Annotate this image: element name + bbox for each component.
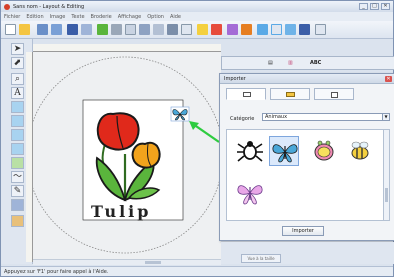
- file-shape-icon: [331, 92, 338, 98]
- panel-tab-1[interactable]: ▤: [268, 60, 273, 66]
- thumbnail-butterfly-blue[interactable]: [269, 136, 299, 166]
- design-canvas[interactable]: Tulip: [33, 52, 221, 262]
- horizontal-ruler: [33, 44, 221, 52]
- fill-tool-icon[interactable]: [11, 157, 24, 169]
- side-panel-tabs: ▤ ▥ ABC: [221, 56, 394, 70]
- panel-tab-2[interactable]: ▥: [288, 60, 293, 66]
- new-file-icon[interactable]: [5, 24, 16, 35]
- butterfly-placed-icon: [170, 106, 190, 122]
- dialog-close-icon[interactable]: ✕: [385, 76, 392, 82]
- application-window: Sans nom - Layout & Editing _ □ ✕ Fichie…: [0, 0, 394, 277]
- thumbnail-bee[interactable]: [345, 136, 375, 166]
- main-toolbar: [1, 21, 393, 39]
- point-edit-icon[interactable]: ⬈: [11, 57, 24, 69]
- import-image-icon[interactable]: [37, 24, 48, 35]
- copy-icon[interactable]: [139, 24, 150, 35]
- frame-shape-icon: [286, 92, 295, 97]
- export-icon[interactable]: [51, 24, 62, 35]
- line-tool-icon[interactable]: [11, 143, 24, 155]
- butterfly-pink-icon: [237, 185, 263, 205]
- design-area-svg: [33, 56, 221, 254]
- dialog-title-bar: Importer ✕: [220, 74, 394, 84]
- menu-edit[interactable]: Edition: [26, 14, 43, 20]
- rotate-icon[interactable]: [181, 24, 192, 35]
- thumbnail-spider[interactable]: [235, 136, 265, 166]
- hoop-icon[interactable]: [285, 24, 296, 35]
- select-arrow-icon[interactable]: ➤: [11, 43, 24, 55]
- color-icon[interactable]: [241, 24, 252, 35]
- save-icon[interactable]: [67, 24, 78, 35]
- import-dialog: Importer ✕ Catégorie Animaux ▼ Importer: [219, 73, 394, 241]
- menu-embroidery[interactable]: Broderie: [91, 14, 112, 20]
- tab-frames[interactable]: [270, 88, 310, 100]
- menu-bar: Fichier Edition Image Texte Broderie Aff…: [1, 12, 393, 21]
- design-center-icon[interactable]: [299, 24, 310, 35]
- tab-designs[interactable]: [226, 88, 266, 100]
- menu-help[interactable]: Aide: [170, 14, 181, 20]
- tulip-orange: [131, 141, 161, 169]
- view-size-button[interactable]: Vue à la taille: [241, 254, 281, 263]
- hoop-shape-icon: [243, 92, 251, 97]
- close-button[interactable]: ✕: [381, 3, 390, 10]
- category-select[interactable]: Animaux ▼: [262, 113, 390, 121]
- stitch-tool-icon[interactable]: ✎: [11, 185, 24, 197]
- horizontal-scrollbar[interactable]: [33, 259, 221, 265]
- green-arrowhead: [189, 121, 199, 130]
- status-bar: Appuyez sur 'F1' pour faire appel à l'Ai…: [1, 266, 393, 276]
- dialog-tabs: [226, 88, 354, 100]
- thread-icon[interactable]: [227, 24, 238, 35]
- chevron-down-icon[interactable]: ▼: [382, 114, 389, 120]
- app-icon: [4, 3, 10, 10]
- circle-tool-icon[interactable]: [11, 115, 24, 127]
- properties-icon[interactable]: [315, 24, 326, 35]
- menu-text[interactable]: Texte: [71, 14, 84, 20]
- thumbnail-scroll-thumb[interactable]: [385, 188, 388, 202]
- category-label: Catégorie: [230, 116, 255, 122]
- grid-icon[interactable]: [271, 24, 282, 35]
- category-value: Animaux: [265, 114, 288, 120]
- thumbnail-ladybug[interactable]: [309, 136, 339, 166]
- bee-icon: [351, 141, 369, 160]
- save-as-icon[interactable]: [81, 24, 92, 35]
- cut-icon[interactable]: [125, 24, 136, 35]
- wand-icon[interactable]: [197, 24, 208, 35]
- shape-tool-icon[interactable]: [11, 101, 24, 113]
- vertical-ruler: [26, 52, 33, 262]
- panel-tab-3[interactable]: ABC: [310, 60, 321, 66]
- design-thumbnail-grid: [226, 129, 384, 221]
- spider-icon: [237, 141, 263, 162]
- menu-view[interactable]: Affichage: [118, 14, 142, 20]
- rectangle-tool-icon[interactable]: [11, 129, 24, 141]
- minimize-button[interactable]: _: [359, 3, 368, 10]
- dialog-title: Importer: [224, 76, 246, 82]
- window-title: Sans nom - Layout & Editing: [13, 3, 85, 10]
- curve-tool-icon[interactable]: 〜: [11, 171, 24, 183]
- import-button[interactable]: Importer: [282, 226, 324, 236]
- tab-files[interactable]: [314, 88, 354, 100]
- print-icon[interactable]: [167, 24, 178, 35]
- maximize-button[interactable]: □: [370, 3, 379, 10]
- hoop-tool-icon[interactable]: [11, 215, 24, 227]
- open-folder-icon[interactable]: [19, 24, 30, 35]
- zoom-icon[interactable]: ⌕: [11, 73, 24, 85]
- transfer-icon[interactable]: [111, 24, 122, 35]
- menu-image[interactable]: Image: [50, 14, 66, 20]
- stitch-icon[interactable]: [211, 24, 222, 35]
- ladybug-icon: [314, 140, 334, 161]
- menu-file[interactable]: Fichier: [4, 14, 20, 20]
- paste-icon[interactable]: [153, 24, 164, 35]
- scroll-thumb[interactable]: [145, 261, 161, 264]
- eyedropper-icon[interactable]: [11, 199, 24, 211]
- tulip-text: Tulip: [91, 202, 152, 221]
- thumbnail-scrollbar[interactable]: [383, 129, 390, 221]
- send-icon[interactable]: [97, 24, 108, 35]
- green-arrow-line: [192, 123, 220, 143]
- menu-option[interactable]: Option: [147, 14, 164, 20]
- title-bar: Sans nom - Layout & Editing _ □ ✕: [1, 1, 393, 12]
- butterfly-blue-icon: [272, 144, 298, 163]
- thumbnail-butterfly-pink[interactable]: [235, 178, 265, 208]
- preview-icon[interactable]: [257, 24, 268, 35]
- text-tool-icon[interactable]: A: [11, 87, 24, 99]
